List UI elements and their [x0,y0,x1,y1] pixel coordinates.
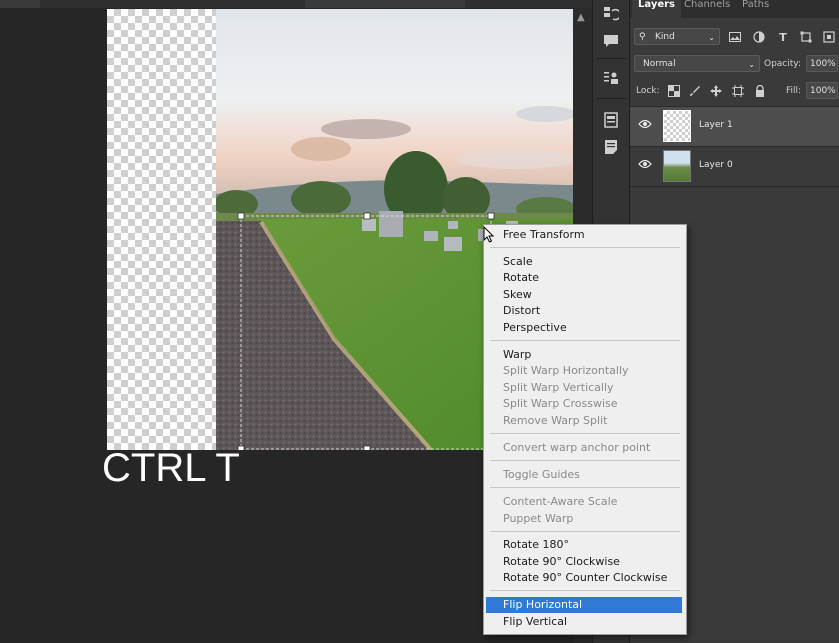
menu-item-rotate-180[interactable]: Rotate 180° [486,537,682,553]
menu-item-split-warp-crosswise[interactable]: Split Warp Crosswise [486,396,682,412]
lock-artboard-icon[interactable] [731,84,745,98]
fill-label: Fill: [786,86,802,96]
menu-item-rotate-90-cw[interactable]: Rotate 90° Clockwise [486,554,682,570]
layer-name[interactable]: Layer 1 [699,120,733,130]
mouse-pointer-icon [483,226,495,243]
layer-filter-kind-select[interactable]: ⚲ Kind ⌄ [634,28,720,45]
notes-icon[interactable] [601,137,621,157]
panel-tabs: Layers Channels Paths [630,0,839,18]
tab-channels[interactable]: Channels [678,0,736,18]
layer-name[interactable]: Layer 0 [699,160,733,170]
filter-kind-label: Kind [655,32,675,42]
menu-separator [490,460,680,461]
lock-all-icon[interactable] [753,84,767,98]
menu-item-remove-warp-split[interactable]: Remove Warp Split [486,413,682,429]
fill-input[interactable]: 100% [806,82,838,99]
lock-position-icon[interactable] [709,84,723,98]
comment-icon[interactable] [601,31,621,51]
filter-shape-icon[interactable] [799,30,813,44]
transform-context-menu: Free Transform Scale Rotate Skew Distort… [483,224,687,635]
menu-item-scale[interactable]: Scale [486,254,682,270]
menu-item-skew[interactable]: Skew [486,287,682,303]
menu-item-distort[interactable]: Distort [486,303,682,319]
strip-divider [597,98,626,99]
filter-type-icon[interactable]: T [776,30,790,44]
blend-mode-value: Normal [643,59,676,69]
strip-divider [597,58,626,59]
menu-item-rotate[interactable]: Rotate [486,270,682,286]
properties-icon[interactable] [601,110,621,130]
menu-separator [490,433,680,434]
blend-mode-select[interactable]: Normal ⌄ [634,55,760,72]
menu-item-warp[interactable]: Warp [486,347,682,363]
lock-label: Lock: [636,86,660,96]
tab-layers[interactable]: Layers [632,0,681,18]
menu-item-toggle-guides[interactable]: Toggle Guides [486,467,682,483]
menu-separator [490,531,680,532]
shortcut-caption: CTRL T [102,446,240,490]
menu-item-flip-vertical[interactable]: Flip Vertical [486,614,682,630]
layer-row[interactable]: Layer 0 [630,146,839,187]
menu-separator [490,340,680,341]
menu-item-puppet-warp[interactable]: Puppet Warp [486,511,682,527]
layers-divider [630,186,839,187]
chevron-down-icon: ⌄ [708,33,715,42]
menu-item-perspective[interactable]: Perspective [486,320,682,336]
lock-image-pixels-icon[interactable] [688,84,702,98]
transparency-checkerboard [107,9,216,450]
lock-transparent-pixels-icon[interactable] [667,84,681,98]
history-icon[interactable] [601,4,621,24]
document-tab[interactable] [0,0,40,8]
filter-pixel-icon[interactable] [728,30,742,44]
search-icon: ⚲ [639,32,646,42]
menu-item-flip-horizontal[interactable]: Flip Horizontal [486,597,682,613]
layer-thumbnail [663,110,691,142]
eye-icon[interactable] [638,159,654,173]
tab-paths[interactable]: Paths [736,0,775,18]
chevron-down-icon: ⌄ [748,60,755,69]
scroll-up-icon[interactable]: ▲ [577,12,585,23]
layer-thumbnail [663,150,691,182]
menu-item-free-transform[interactable]: Free Transform [486,227,682,243]
opacity-label: Opacity: [764,59,801,69]
document-tab-strip [0,0,592,8]
layer-row[interactable]: Layer 1 [630,106,839,147]
menu-separator [490,487,680,488]
menu-separator [490,247,680,248]
clone-source-icon[interactable] [601,68,621,88]
opacity-input[interactable]: 100% [806,55,838,72]
menu-item-content-aware-scale[interactable]: Content-Aware Scale [486,494,682,510]
menu-item-rotate-90-ccw[interactable]: Rotate 90° Counter Clockwise [486,570,682,586]
filter-adjustment-icon[interactable] [752,30,766,44]
menu-separator [490,590,680,591]
menu-item-split-warp-vertically[interactable]: Split Warp Vertically [486,380,682,396]
filter-smart-object-icon[interactable] [822,30,836,44]
eye-icon[interactable] [638,119,654,133]
document-tab[interactable] [305,0,465,8]
menu-item-convert-warp-anchor-point[interactable]: Convert warp anchor point [486,440,682,456]
menu-item-split-warp-horizontally[interactable]: Split Warp Horizontally [486,363,682,379]
